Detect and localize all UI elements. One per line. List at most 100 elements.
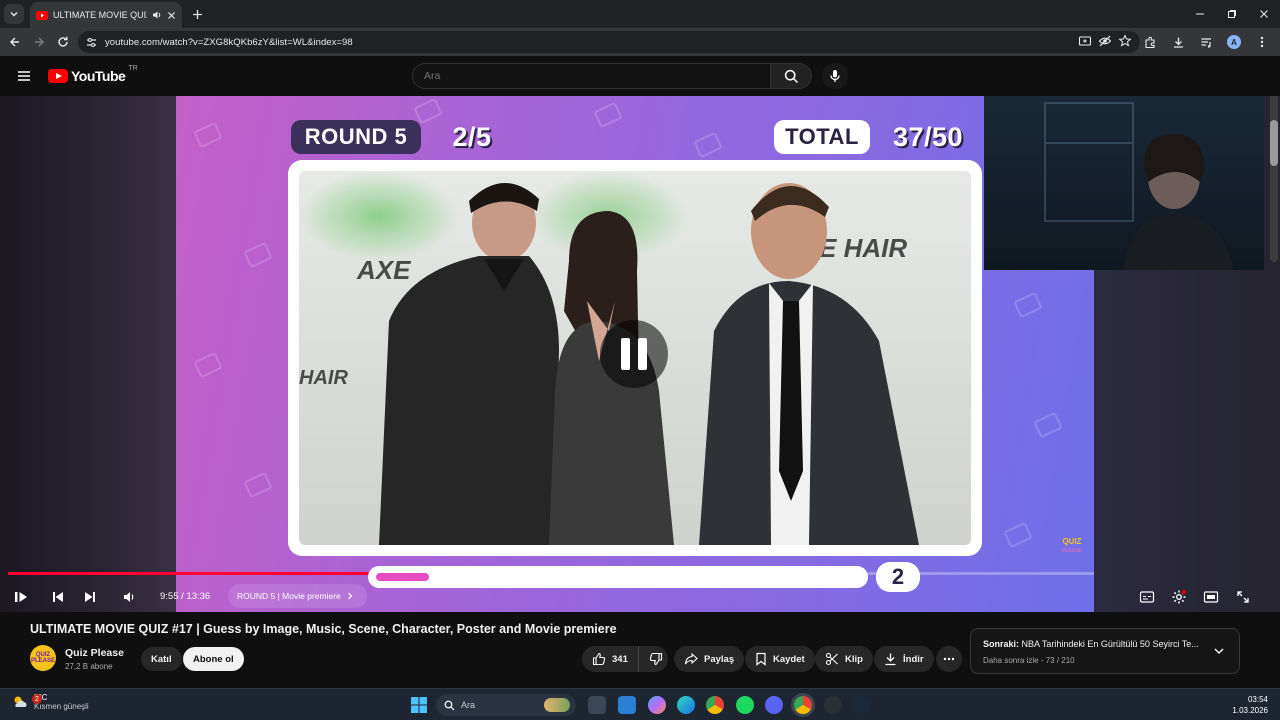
dislike-button[interactable] bbox=[638, 646, 668, 672]
spotify-app[interactable] bbox=[736, 696, 754, 714]
restore-button[interactable] bbox=[1216, 0, 1248, 28]
video-player[interactable]: ROUND 5 2/5 TOTAL 37/50 AXE E HAIR HAIR bbox=[0, 96, 1280, 612]
eye-slash-icon[interactable] bbox=[1098, 34, 1112, 48]
forward-button[interactable] bbox=[27, 30, 51, 54]
fullscreen-button[interactable] bbox=[1232, 586, 1254, 608]
extensions-button[interactable] bbox=[1138, 30, 1162, 54]
subtitles-button[interactable] bbox=[1136, 586, 1158, 608]
country-code: TR bbox=[128, 65, 138, 72]
share-button[interactable]: Paylaş bbox=[674, 646, 745, 672]
tab-audio-icon[interactable] bbox=[152, 10, 162, 20]
temperature: 7°C bbox=[34, 693, 89, 702]
save-button[interactable]: Kaydet bbox=[745, 646, 815, 672]
play-pause-button[interactable] bbox=[10, 586, 32, 608]
up-next-card[interactable]: Sonraki: NBA Tarihindeki En Gürültülü 50… bbox=[970, 628, 1240, 674]
microphone-icon bbox=[829, 69, 841, 83]
clock-time: 03:54 bbox=[1247, 695, 1268, 704]
task-view-app[interactable] bbox=[588, 696, 606, 714]
subscribe-button[interactable]: Abone ol bbox=[183, 647, 244, 671]
miniplayer-button[interactable] bbox=[1200, 586, 1222, 608]
chrome-app-active[interactable] bbox=[794, 696, 812, 714]
system-clock[interactable]: 03:54 1.03.2026 bbox=[1232, 694, 1268, 716]
thumbs-up-icon bbox=[592, 652, 606, 666]
cast-icon[interactable] bbox=[1078, 34, 1092, 48]
up-next-title: Sonraki: NBA Tarihindeki En Gürültülü 50… bbox=[983, 639, 1199, 649]
total-label: TOTAL bbox=[774, 120, 870, 154]
answer-timer-fill bbox=[376, 573, 430, 581]
address-bar[interactable]: youtube.com/watch?v=ZXG8kQKb6zY&list=WL&… bbox=[78, 31, 1140, 53]
toolbar-right-actions: A bbox=[1138, 30, 1274, 54]
site-info-icon[interactable] bbox=[86, 37, 97, 48]
weather-widget[interactable]: 2 7°C Kısmen güneşli bbox=[12, 693, 89, 711]
clapper-pattern-icon bbox=[193, 121, 223, 149]
tab-close-icon[interactable] bbox=[167, 11, 176, 20]
channel-avatar[interactable]: QUIZ PLEASE bbox=[30, 645, 56, 671]
channel-name[interactable]: Quiz Please bbox=[65, 647, 124, 659]
page-scrollbar[interactable] bbox=[1270, 96, 1278, 262]
up-next-playlist-info: Daha sonra izle - 73 / 210 bbox=[983, 656, 1075, 665]
pause-indicator[interactable] bbox=[600, 320, 668, 388]
browser-tab-bar: ULTIMATE MOVIE QUIZ #17 bbox=[0, 0, 1280, 28]
chrome-app[interactable] bbox=[706, 696, 724, 714]
youtube-logo[interactable]: YouTube TR bbox=[48, 65, 138, 84]
discord-app[interactable] bbox=[765, 696, 783, 714]
ambient-left bbox=[0, 96, 176, 612]
search-box bbox=[412, 63, 772, 89]
close-window-button[interactable] bbox=[1248, 0, 1280, 28]
clip-button[interactable]: Klip bbox=[815, 646, 873, 672]
like-button[interactable]: 341 bbox=[582, 646, 638, 672]
voice-search-button[interactable] bbox=[822, 63, 848, 89]
previous-button[interactable] bbox=[47, 586, 69, 608]
more-actions-button[interactable] bbox=[936, 646, 962, 672]
taskbar-search[interactable]: Ara bbox=[436, 694, 576, 716]
video-frame[interactable]: ROUND 5 2/5 TOTAL 37/50 AXE E HAIR HAIR bbox=[176, 96, 1094, 612]
chevron-right-icon bbox=[347, 592, 353, 600]
edge-app[interactable] bbox=[677, 696, 695, 714]
next-button[interactable] bbox=[79, 586, 101, 608]
omnibox-actions bbox=[1078, 34, 1132, 48]
browser-tab-active[interactable]: ULTIMATE MOVIE QUIZ #17 bbox=[30, 2, 182, 28]
settings-button[interactable] bbox=[1168, 586, 1190, 608]
gear-icon bbox=[1171, 589, 1187, 605]
profile-button[interactable]: A bbox=[1222, 30, 1246, 54]
youtube-play-logo-icon bbox=[48, 69, 68, 83]
reload-button[interactable] bbox=[51, 30, 75, 54]
subscriber-count: 27,2 B abone bbox=[65, 662, 113, 671]
webcam-overlay bbox=[984, 96, 1264, 270]
thumbs-down-icon bbox=[649, 652, 663, 666]
arrow-left-icon bbox=[9, 36, 21, 48]
quiz-please-watermark: QUIZ PLEASE bbox=[1062, 537, 1083, 555]
obs-app[interactable] bbox=[824, 696, 842, 714]
search-icon bbox=[444, 700, 455, 711]
guide-menu-button[interactable] bbox=[14, 66, 34, 86]
steam-app[interactable] bbox=[853, 696, 871, 714]
more-vertical-icon bbox=[1260, 36, 1264, 48]
chevron-down-icon[interactable] bbox=[1213, 645, 1225, 657]
download-button[interactable]: İndir bbox=[874, 646, 934, 672]
download-icon bbox=[1172, 36, 1185, 49]
browser-menu-button[interactable] bbox=[1250, 30, 1274, 54]
weather-condition: Kısmen güneşli bbox=[34, 702, 89, 711]
downloads-button[interactable] bbox=[1166, 30, 1190, 54]
tab-search-button[interactable] bbox=[4, 4, 24, 24]
time-display: 9:55 / 13:36 bbox=[160, 591, 211, 602]
back-button[interactable] bbox=[3, 30, 27, 54]
chevron-down-icon bbox=[9, 9, 19, 19]
bookmark-star-icon[interactable] bbox=[1118, 34, 1132, 48]
search-button[interactable] bbox=[770, 63, 812, 89]
total-progress: 37/50 bbox=[892, 121, 964, 152]
start-button[interactable] bbox=[410, 696, 428, 714]
mute-button[interactable] bbox=[118, 586, 140, 608]
puzzle-icon bbox=[1144, 36, 1157, 49]
new-tab-button[interactable] bbox=[192, 9, 203, 20]
outlook-app[interactable] bbox=[618, 696, 636, 714]
join-button[interactable]: Katıl bbox=[141, 647, 182, 671]
queue-music-icon bbox=[1200, 36, 1213, 49]
profile-avatar: A bbox=[1227, 35, 1241, 49]
copilot-app[interactable] bbox=[648, 696, 666, 714]
plus-icon bbox=[192, 9, 203, 20]
minimize-button[interactable] bbox=[1184, 0, 1216, 28]
media-controls-button[interactable] bbox=[1194, 30, 1218, 54]
chapter-button[interactable]: ROUND 5 | Movie premiere bbox=[228, 584, 367, 608]
search-input[interactable] bbox=[424, 70, 744, 82]
